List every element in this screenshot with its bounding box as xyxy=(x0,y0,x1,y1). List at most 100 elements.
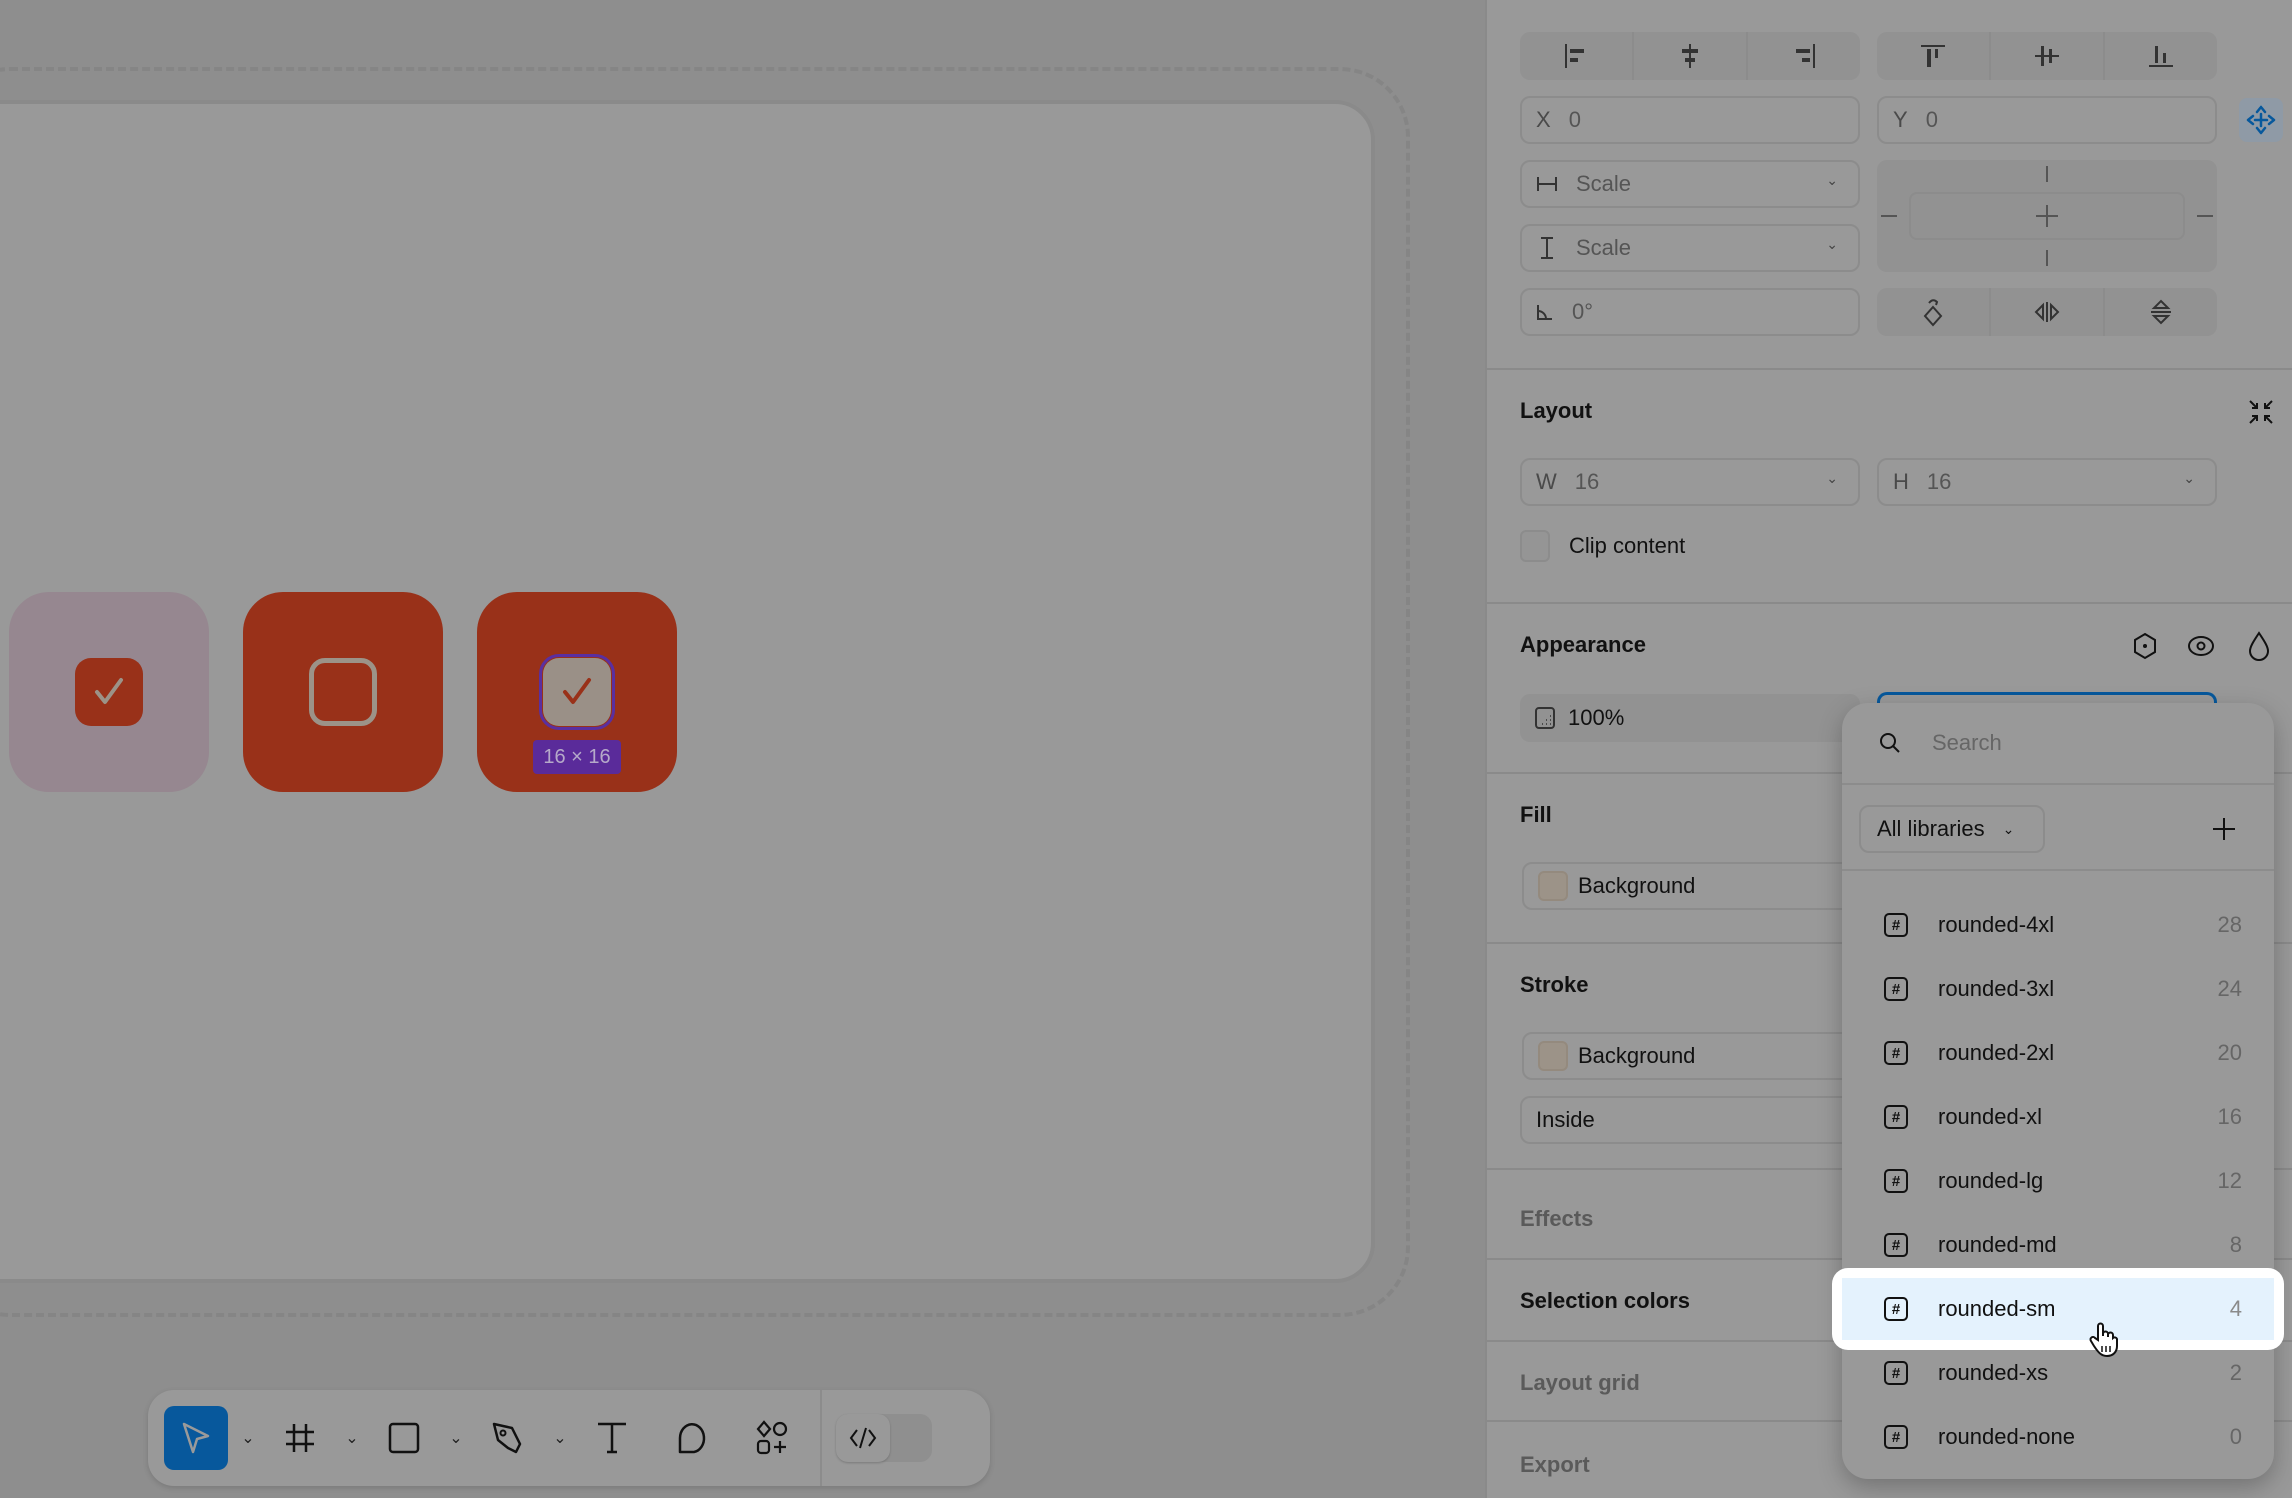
move-tool[interactable] xyxy=(164,1406,228,1470)
y-position-field[interactable]: Y 0 xyxy=(1877,96,2217,144)
variable-value: 28 xyxy=(2217,912,2242,937)
constraint-top[interactable] xyxy=(2046,166,2048,182)
opacity-icon xyxy=(1535,707,1555,729)
fill-color-field[interactable]: Background xyxy=(1522,862,1882,910)
checkbox-variant-disabled[interactable] xyxy=(9,592,209,792)
rectangle-tool-menu-chevron-icon[interactable]: ⌄ xyxy=(436,1406,476,1470)
design-canvas[interactable]: 16 × 16 ⌄ ⌄ ⌄ ⌄ xyxy=(0,0,1485,1498)
stroke-position-select[interactable]: Inside xyxy=(1520,1096,1880,1144)
chevron-down-icon: ⌄ xyxy=(2183,470,2195,486)
angle-icon xyxy=(1537,305,1552,320)
chevron-down-icon: ⌄ xyxy=(1826,470,1838,486)
frame-tool-menu-chevron-icon[interactable]: ⌄ xyxy=(332,1406,372,1470)
layout-section-title: Layout xyxy=(1520,398,1593,423)
height-value: 16 xyxy=(1926,469,1952,494)
library-filter-select[interactable]: All libraries ⌄ xyxy=(1859,805,2045,853)
flip-vertical-button[interactable] xyxy=(2105,288,2217,336)
y-label: Y xyxy=(1893,107,1908,132)
fill-swatch[interactable] xyxy=(1538,871,1568,901)
horizontal-constraint-select[interactable]: Scale ⌄ xyxy=(1520,160,1860,208)
number-variable-icon: # xyxy=(1884,1041,1908,1065)
stroke-color-field[interactable]: Background xyxy=(1522,1032,1882,1080)
align-top-button[interactable] xyxy=(1877,32,1991,80)
x-position-field[interactable]: X 0 xyxy=(1520,96,1860,144)
rectangle-tool[interactable] xyxy=(372,1406,436,1470)
checkbox-variant-unchecked[interactable] xyxy=(243,592,443,792)
constraints-toggle-button[interactable] xyxy=(2239,98,2283,142)
blend-mode-button[interactable] xyxy=(2241,626,2277,666)
variable-mode-button[interactable] xyxy=(2127,628,2163,664)
width-label: W xyxy=(1536,469,1557,494)
rectangle-icon xyxy=(388,1422,420,1454)
checkbox-unchecked[interactable] xyxy=(309,658,377,726)
stroke-swatch[interactable] xyxy=(1538,1041,1568,1071)
toolbar-divider xyxy=(820,1390,822,1486)
pen-tool-menu-chevron-icon[interactable]: ⌄ xyxy=(540,1406,580,1470)
align-bottom-button[interactable] xyxy=(2105,32,2217,80)
variable-list-item[interactable]: # rounded-none 0 xyxy=(1842,1405,2274,1469)
x-label: X xyxy=(1536,107,1551,132)
stroke-value: Background xyxy=(1578,1043,1696,1068)
align-left-button[interactable] xyxy=(1520,32,1634,80)
dev-mode-toggle[interactable] xyxy=(836,1414,932,1462)
align-center-h-button[interactable] xyxy=(1634,32,1748,80)
variable-picker-dropdown: Search All libraries ⌄ # rounded-4xl 28 # ro… xyxy=(1832,703,2284,1479)
variable-value: 0 xyxy=(2229,1424,2242,1449)
fill-value: Background xyxy=(1578,873,1696,898)
variable-list-item[interactable]: # rounded-xl 16 xyxy=(1842,1085,2274,1149)
clip-content-checkbox[interactable] xyxy=(1520,530,1550,562)
chevron-down-icon: ⌄ xyxy=(2002,820,2015,837)
horizontal-align-group xyxy=(1520,32,1860,80)
constraint-center-v[interactable] xyxy=(2046,205,2048,227)
move-arrows-icon xyxy=(2246,105,2276,135)
align-center-v-button[interactable] xyxy=(1991,32,2105,80)
layout-grid-section-title[interactable]: Layout grid xyxy=(1520,1370,1640,1396)
hand-pointer-cursor xyxy=(2088,1322,2120,1363)
frame-tool[interactable] xyxy=(268,1406,332,1470)
checkbox-variant-checked[interactable]: 16 × 16 xyxy=(477,592,677,792)
export-section-title[interactable]: Export xyxy=(1520,1452,1590,1478)
collapse-layout-button[interactable] xyxy=(2245,396,2277,428)
y-value: 0 xyxy=(1925,107,1938,132)
constraint-bottom[interactable] xyxy=(2046,250,2048,266)
variable-list-item[interactable]: # rounded-xs 2 xyxy=(1842,1341,2274,1405)
vertical-constraint-select[interactable]: Scale ⌄ xyxy=(1520,224,1860,272)
checkbox-checked[interactable] xyxy=(75,658,143,726)
variable-list-item[interactable]: # rounded-3xl 24 xyxy=(1842,957,2274,1021)
effects-section-title[interactable]: Effects xyxy=(1520,1206,1593,1232)
visibility-button[interactable] xyxy=(2183,628,2219,664)
variable-value: 16 xyxy=(2217,1104,2242,1129)
add-variable-button[interactable] xyxy=(2204,809,2244,849)
variable-list-item[interactable]: # rounded-sm 4 xyxy=(1832,1268,2284,1350)
horizontal-constraint-value: Scale xyxy=(1576,171,1632,196)
rotate-button[interactable] xyxy=(1877,288,1991,336)
variable-list-item[interactable]: # rounded-4xl 28 xyxy=(1842,893,2274,957)
opacity-field[interactable]: 100% xyxy=(1520,694,1860,742)
dev-mode-knob xyxy=(836,1414,890,1462)
checkbox-checked-selected[interactable] xyxy=(539,654,615,730)
move-tool-menu-chevron-icon[interactable]: ⌄ xyxy=(228,1406,268,1470)
flip-horizontal-button[interactable] xyxy=(1991,288,2105,336)
variable-list-item[interactable]: # rounded-2xl 20 xyxy=(1842,1021,2274,1085)
align-right-button[interactable] xyxy=(1748,32,1860,80)
assets-tool[interactable] xyxy=(740,1406,804,1470)
collapse-arrows-icon xyxy=(2249,400,2273,424)
comment-tool[interactable] xyxy=(660,1406,724,1470)
vertical-constraint-value: Scale xyxy=(1576,235,1632,260)
variable-search-input[interactable]: Search xyxy=(1842,703,2274,783)
transform-group xyxy=(1877,288,2217,336)
variable-list-item[interactable]: # rounded-lg 12 xyxy=(1842,1149,2274,1213)
width-field[interactable]: W 16 ⌄ xyxy=(1520,458,1860,506)
pen-nib-icon xyxy=(492,1422,522,1454)
text-tool[interactable] xyxy=(580,1406,644,1470)
constraint-left[interactable] xyxy=(1881,215,1897,217)
rotation-field[interactable]: 0° xyxy=(1520,288,1860,336)
height-field[interactable]: H 16 ⌄ xyxy=(1877,458,2217,506)
variable-value: 12 xyxy=(2217,1168,2242,1193)
constraints-widget[interactable] xyxy=(1877,160,2217,272)
selection-colors-section-title[interactable]: Selection colors xyxy=(1520,1288,1690,1314)
eye-icon xyxy=(2188,636,2214,656)
text-t-icon xyxy=(598,1422,626,1454)
pen-tool[interactable] xyxy=(476,1406,540,1470)
constraint-right[interactable] xyxy=(2197,215,2213,217)
